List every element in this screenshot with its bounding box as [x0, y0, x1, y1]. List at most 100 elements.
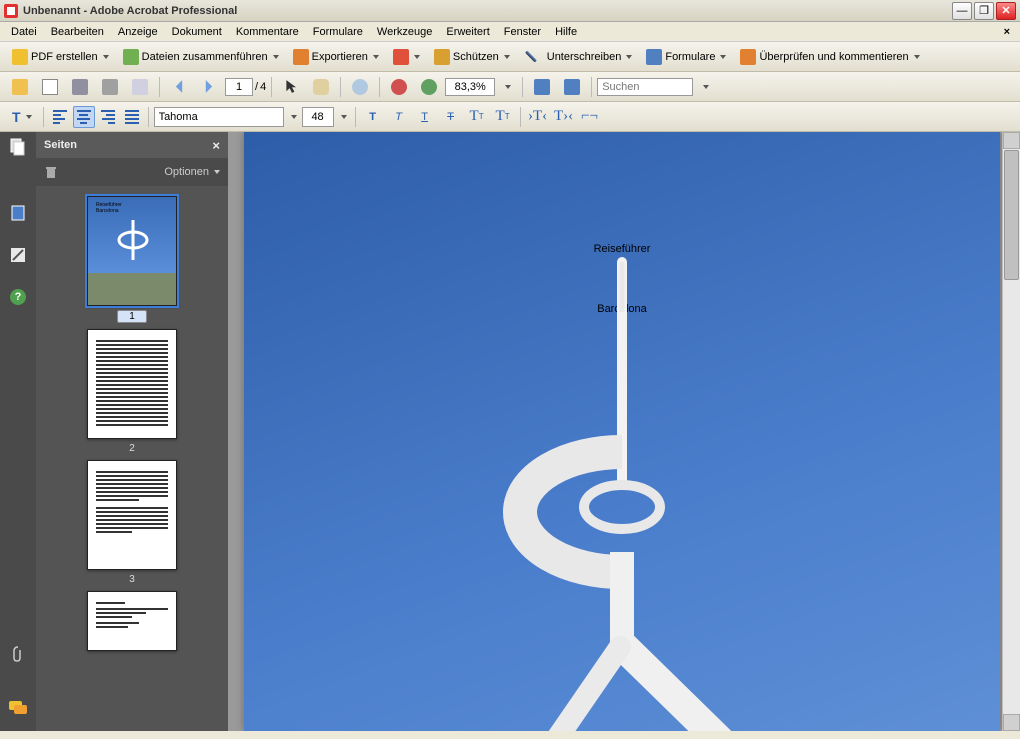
- create-pdf-button[interactable]: PDF erstellen: [6, 45, 115, 69]
- chevron-down-icon: [703, 85, 709, 89]
- zoom-in-button[interactable]: [415, 75, 443, 99]
- char-spacing-button[interactable]: ›T‹: [526, 106, 550, 128]
- bookmarks-nav-icon[interactable]: [7, 202, 29, 224]
- align-right-button[interactable]: [97, 106, 119, 128]
- print-button[interactable]: [96, 75, 124, 99]
- page-thumbnail-4[interactable]: [87, 591, 177, 651]
- align-justify-button[interactable]: [121, 106, 143, 128]
- secure-button[interactable]: Schützen: [428, 45, 516, 69]
- vertical-scrollbar[interactable]: [1002, 132, 1020, 731]
- search-dropdown-button[interactable]: [695, 75, 715, 99]
- close-window-button[interactable]: ✕: [996, 2, 1016, 20]
- chevron-down-icon: [504, 55, 510, 59]
- save-button[interactable]: [66, 75, 94, 99]
- font-name-dropdown[interactable]: [286, 105, 300, 129]
- sign-button[interactable]: Unterschreiben: [518, 45, 639, 69]
- select-tool-button[interactable]: [277, 75, 305, 99]
- combine-files-button[interactable]: Dateien zusammenführen: [117, 45, 285, 69]
- forms-button[interactable]: Formulare: [640, 45, 732, 69]
- italic-button[interactable]: T: [387, 106, 411, 128]
- separator: [43, 107, 44, 127]
- strikethrough-button[interactable]: T: [439, 106, 463, 128]
- pen-icon: [525, 50, 537, 62]
- align-left-button[interactable]: [49, 106, 71, 128]
- menu-kommentare[interactable]: Kommentare: [229, 24, 306, 40]
- zoom-out-button[interactable]: [385, 75, 413, 99]
- pages-nav-icon[interactable]: [7, 136, 29, 158]
- subscript-button[interactable]: TT: [491, 106, 515, 128]
- new-button[interactable]: [36, 75, 64, 99]
- scroll-down-button[interactable]: [1003, 714, 1020, 731]
- maximize-button[interactable]: ❐: [974, 2, 994, 20]
- document-view[interactable]: Reiseführer Barcelona: [228, 132, 1020, 731]
- separator: [148, 107, 149, 127]
- thumbnails-list[interactable]: ReiseführerBarcelona 1 2 3: [36, 186, 228, 731]
- close-panel-button[interactable]: ×: [212, 138, 220, 153]
- page-separator: /: [255, 81, 258, 93]
- scroll-thumb[interactable]: [1004, 150, 1019, 280]
- fit-width-button[interactable]: [558, 75, 586, 99]
- hand-tool-button[interactable]: [307, 75, 335, 99]
- bold-button[interactable]: T: [361, 106, 385, 128]
- prev-page-button[interactable]: [165, 75, 193, 99]
- window-titlebar: Unbenannt - Adobe Acrobat Professional —…: [0, 0, 1020, 22]
- envelope-icon: [132, 79, 148, 95]
- create-pdf-icon: [12, 49, 28, 65]
- review-label: Überprüfen und kommentieren: [759, 51, 908, 63]
- underline-button[interactable]: T: [413, 106, 437, 128]
- color-pick-button[interactable]: [387, 45, 426, 69]
- menu-werkzeuge[interactable]: Werkzeuge: [370, 24, 439, 40]
- menu-datei[interactable]: Datei: [4, 24, 44, 40]
- help-nav-icon[interactable]: ?: [7, 286, 29, 308]
- search-input[interactable]: [597, 78, 693, 96]
- zoom-dropdown-button[interactable]: [497, 75, 517, 99]
- font-size-dropdown[interactable]: [336, 105, 350, 129]
- align-center-button[interactable]: [73, 106, 95, 128]
- scroll-up-button[interactable]: [1003, 132, 1020, 149]
- marquee-zoom-button[interactable]: [346, 75, 374, 99]
- chevron-down-icon: [341, 115, 347, 119]
- font-size-select[interactable]: [302, 107, 334, 127]
- comments-nav-icon[interactable]: [7, 697, 29, 719]
- signatures-nav-icon[interactable]: [7, 244, 29, 266]
- page-thumbnail-3[interactable]: 3: [87, 460, 177, 585]
- page-thumbnail-2[interactable]: 2: [87, 329, 177, 454]
- separator: [591, 77, 592, 97]
- page-number-input[interactable]: [225, 78, 253, 96]
- menu-erweitert[interactable]: Erweitert: [439, 24, 496, 40]
- menu-bearbeiten[interactable]: Bearbeiten: [44, 24, 111, 40]
- next-page-button[interactable]: [195, 75, 223, 99]
- review-button[interactable]: Überprüfen und kommentieren: [734, 45, 925, 69]
- menu-fenster[interactable]: Fenster: [497, 24, 548, 40]
- superscript-button[interactable]: TT: [465, 106, 489, 128]
- attachments-nav-icon[interactable]: [7, 643, 29, 665]
- export-button[interactable]: Exportieren: [287, 45, 385, 69]
- text-color-button[interactable]: T: [6, 105, 38, 129]
- thumb-number: 2: [87, 443, 177, 454]
- new-doc-icon: [42, 79, 58, 95]
- menu-dokument[interactable]: Dokument: [165, 24, 229, 40]
- tower-image: [372, 252, 872, 731]
- lock-icon: [434, 49, 450, 65]
- crop-text-button[interactable]: ⌐¬: [578, 106, 602, 128]
- zoom-value-input[interactable]: [445, 78, 495, 96]
- page-thumbnail-1[interactable]: ReiseführerBarcelona 1: [87, 196, 177, 323]
- chevron-down-icon: [720, 55, 726, 59]
- open-button[interactable]: [6, 75, 34, 99]
- chevron-down-icon: [626, 55, 632, 59]
- close-document-button[interactable]: ×: [998, 26, 1016, 38]
- char-spacing-wide-button[interactable]: T›‹: [552, 106, 576, 128]
- font-name-select[interactable]: [154, 107, 284, 127]
- menu-hilfe[interactable]: Hilfe: [548, 24, 584, 40]
- menu-formulare[interactable]: Formulare: [306, 24, 370, 40]
- panel-options-button[interactable]: Optionen: [164, 166, 220, 178]
- email-button[interactable]: [126, 75, 154, 99]
- sign-label: Unterschreiben: [547, 51, 622, 63]
- separator: [522, 77, 523, 97]
- fit-page-button[interactable]: [528, 75, 556, 99]
- trash-icon[interactable]: [44, 165, 58, 179]
- menu-anzeige[interactable]: Anzeige: [111, 24, 165, 40]
- floppy-icon: [72, 79, 88, 95]
- minimize-button[interactable]: —: [952, 2, 972, 20]
- create-pdf-label: PDF erstellen: [31, 51, 98, 63]
